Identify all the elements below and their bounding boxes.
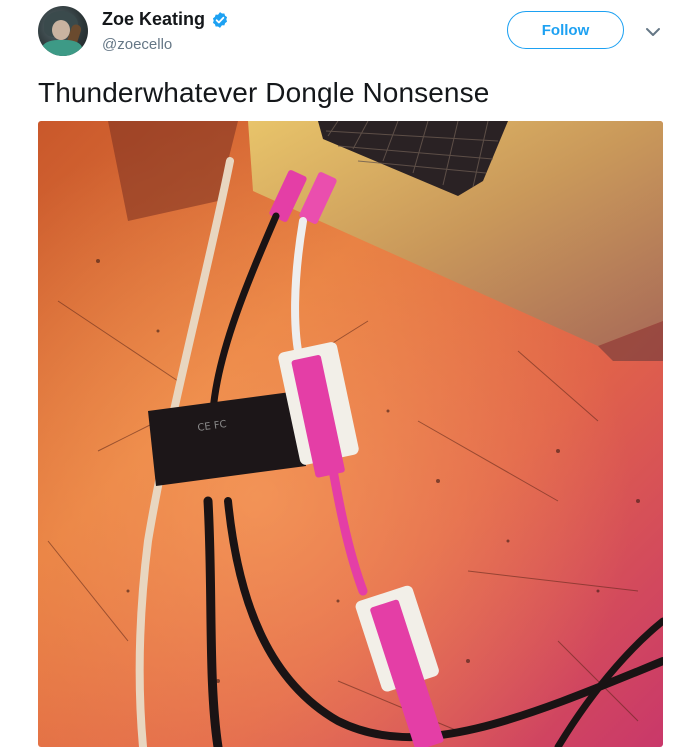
chevron-down-icon[interactable]	[643, 22, 663, 42]
verified-badge-icon	[212, 11, 228, 28]
photo-illustration: CE FC	[38, 121, 663, 747]
author-name-row: Zoe Keating	[102, 9, 229, 30]
author-handle[interactable]: @zoecello	[102, 36, 172, 53]
follow-button[interactable]: Follow	[507, 11, 624, 49]
avatar[interactable]	[38, 6, 88, 56]
avatar-shirt	[42, 40, 82, 56]
author-display-name[interactable]: Zoe Keating	[102, 9, 205, 30]
tweet-photo[interactable]: CE FC	[38, 121, 663, 747]
tweet-text: Thunderwhatever Dongle Nonsense	[38, 77, 490, 108]
